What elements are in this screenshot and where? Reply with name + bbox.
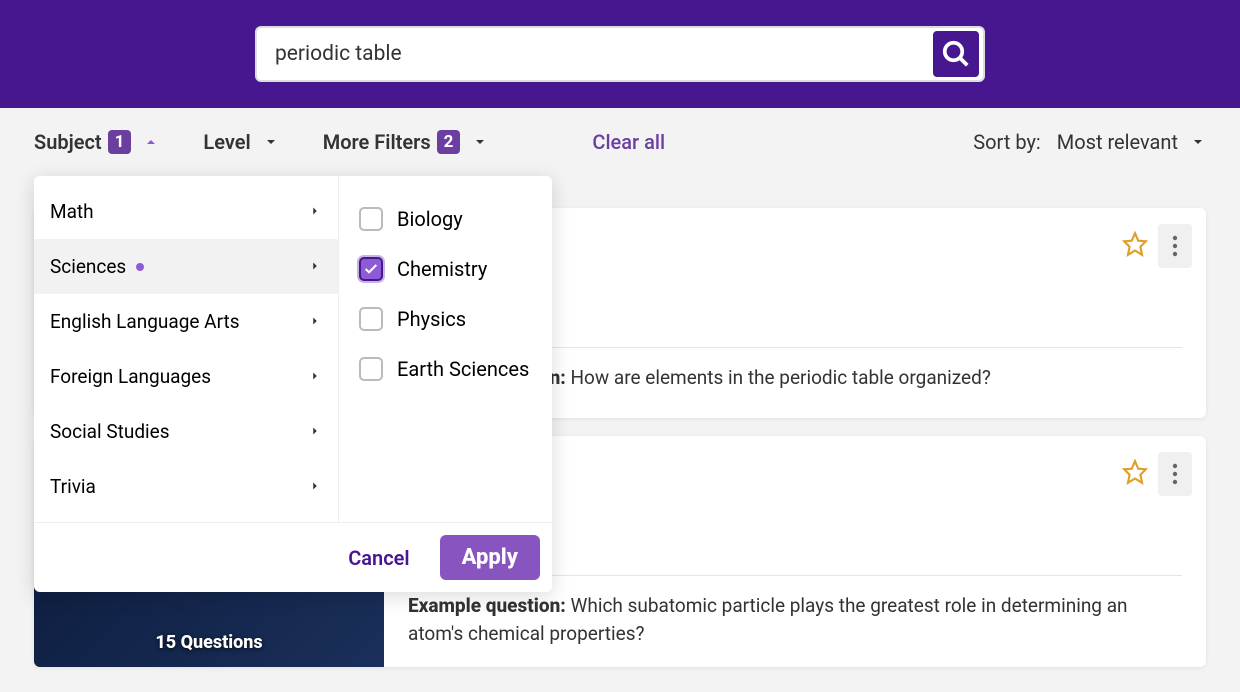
chevron-down-icon	[263, 134, 279, 150]
filter-more-count: 2	[437, 130, 461, 154]
chevron-right-icon	[308, 420, 322, 443]
filter-subject-count: 1	[108, 130, 132, 154]
search-bar	[255, 26, 985, 82]
sort-value: Most relevant	[1057, 130, 1178, 154]
result-actions	[1122, 452, 1192, 496]
search-input[interactable]	[275, 42, 933, 66]
kebab-icon	[1172, 235, 1178, 257]
filter-bar: Subject 1 Level More Filters 2 Clear all…	[0, 108, 1240, 176]
filter-level-label: Level	[203, 130, 250, 154]
filter-subject-label: Subject	[34, 130, 102, 154]
subject-subitem-earth-sciences[interactable]: Earth Sciences	[359, 344, 532, 394]
chevron-down-icon	[1190, 134, 1206, 150]
subject-category-label: English Language Arts	[50, 310, 240, 333]
subject-category-english-language-arts[interactable]: English Language Arts	[34, 294, 338, 349]
subject-dropdown: Math Sciences English Language Arts Foreign…	[34, 176, 552, 592]
favorite-button[interactable]	[1122, 231, 1148, 261]
subject-category-foreign-languages[interactable]: Foreign Languages	[34, 349, 338, 404]
active-dot-icon	[136, 263, 144, 271]
checkbox-checked-icon	[359, 257, 383, 281]
subject-category-social-studies[interactable]: Social Studies	[34, 404, 338, 459]
subject-category-trivia[interactable]: Trivia	[34, 459, 338, 514]
filter-more-label: More Filters	[323, 130, 431, 154]
star-icon	[1122, 231, 1148, 257]
dropdown-footer: Cancel Apply	[34, 522, 552, 592]
subject-subitem-label: Physics	[397, 307, 466, 331]
subject-subitem-chemistry[interactable]: Chemistry	[359, 244, 532, 294]
example-label: Example question:	[408, 594, 566, 617]
more-options-button[interactable]	[1158, 224, 1192, 268]
star-icon	[1122, 459, 1148, 485]
kebab-icon	[1172, 463, 1178, 485]
header	[0, 0, 1240, 108]
clear-all-button[interactable]: Clear all	[592, 130, 665, 154]
subject-category-label: Sciences	[50, 255, 126, 278]
chevron-right-icon	[308, 310, 322, 333]
favorite-button[interactable]	[1122, 459, 1148, 489]
sort-label: Sort by:	[973, 130, 1040, 154]
search-icon	[941, 39, 971, 69]
questions-count-badge: 15 Questions	[155, 632, 262, 653]
subject-category-sciences[interactable]: Sciences	[34, 239, 338, 294]
subject-category-label: Social Studies	[50, 420, 170, 443]
subject-subitem-biology[interactable]: Biology	[359, 194, 532, 244]
subject-category-label: Trivia	[50, 475, 96, 498]
chevron-up-icon	[143, 134, 159, 150]
subject-subitem-label: Earth Sciences	[397, 357, 529, 381]
content-area: Math Sciences English Language Arts Foreign…	[0, 176, 1240, 667]
filter-more[interactable]: More Filters 2	[323, 130, 489, 154]
subject-category-math[interactable]: Math	[34, 184, 338, 239]
chevron-right-icon	[308, 365, 322, 388]
sort-control: Sort by: Most relevant	[973, 130, 1206, 154]
chevron-right-icon	[308, 255, 322, 278]
checkbox-icon	[359, 307, 383, 331]
chevron-right-icon	[308, 475, 322, 498]
subject-subitem-physics[interactable]: Physics	[359, 294, 532, 344]
example-text: How are elements in the periodic table o…	[571, 366, 991, 389]
subject-subitem-label: Biology	[397, 207, 463, 231]
result-actions	[1122, 224, 1192, 268]
filter-subject[interactable]: Subject 1	[34, 130, 159, 154]
cancel-button[interactable]: Cancel	[334, 538, 423, 578]
sort-dropdown[interactable]: Most relevant	[1057, 130, 1206, 154]
filter-level[interactable]: Level	[203, 130, 278, 154]
subject-subitem-label: Chemistry	[397, 257, 487, 281]
subject-category-label: Foreign Languages	[50, 365, 211, 388]
apply-button[interactable]: Apply	[440, 535, 540, 580]
checkbox-icon	[359, 357, 383, 381]
dropdown-body: Math Sciences English Language Arts Foreign…	[34, 176, 552, 522]
search-button[interactable]	[933, 31, 979, 77]
result-example: Example question: Which subatomic partic…	[408, 592, 1182, 647]
subject-category-list: Math Sciences English Language Arts Foreign…	[34, 176, 339, 522]
chevron-down-icon	[472, 134, 488, 150]
chevron-right-icon	[308, 200, 322, 223]
more-options-button[interactable]	[1158, 452, 1192, 496]
checkbox-icon	[359, 207, 383, 231]
subject-subitem-list: Biology Chemistry Physics Earth Sciences	[339, 176, 552, 522]
subject-category-label: Math	[50, 200, 94, 223]
